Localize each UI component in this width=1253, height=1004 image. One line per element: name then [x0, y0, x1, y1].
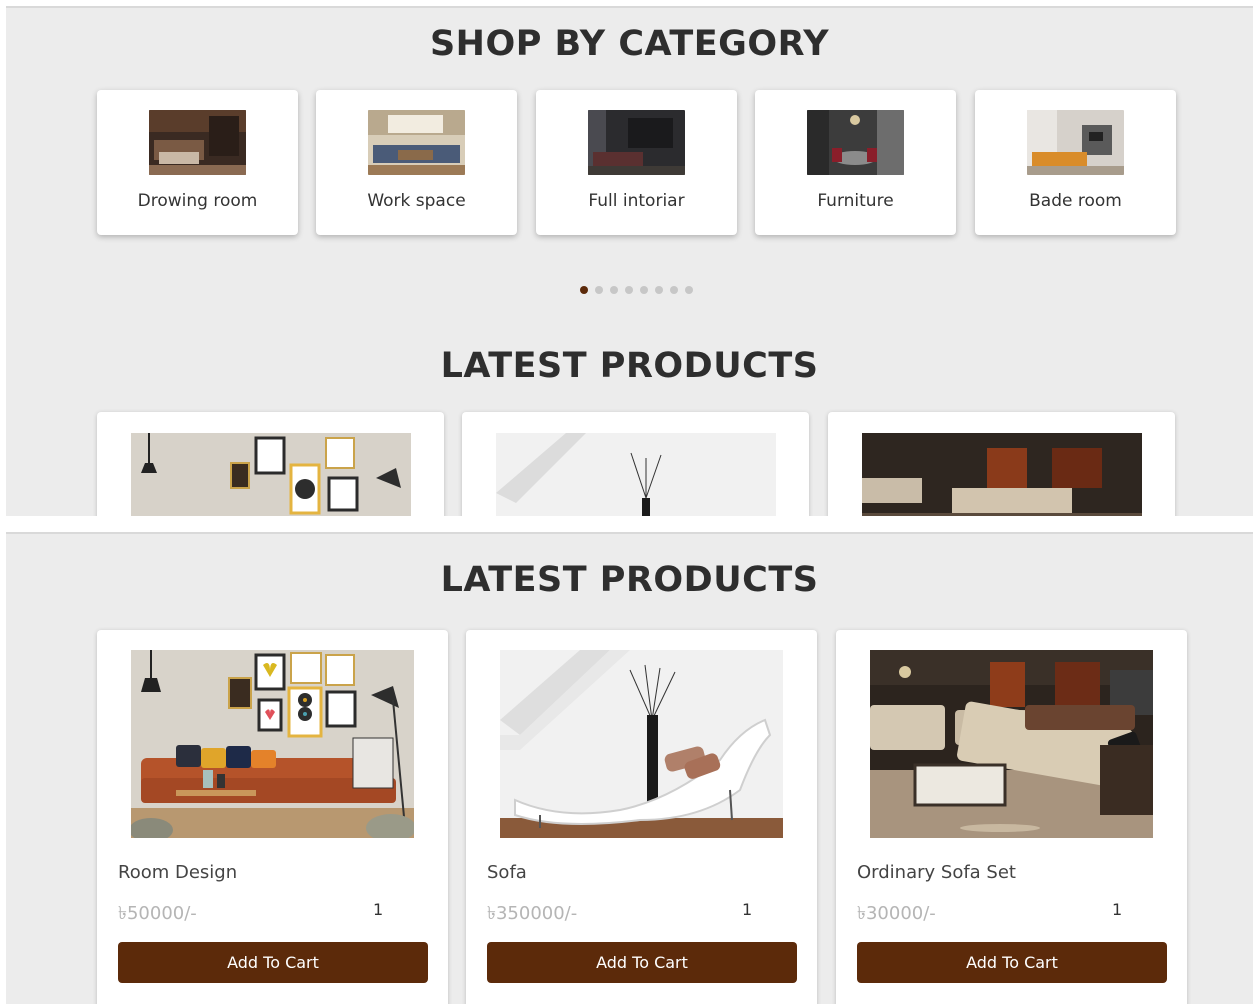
- product-name: Sofa: [487, 862, 527, 883]
- category-panel: SHOP BY CATEGORY Drowing room Work space…: [6, 6, 1253, 516]
- product-quantity[interactable]: 1: [1112, 900, 1122, 919]
- carousel-dot[interactable]: [610, 286, 618, 294]
- product-image: [870, 650, 1153, 838]
- carousel-dot[interactable]: [685, 286, 693, 294]
- latest-products-panel: LATEST PRODUCTS Room Design ৳50000/- 1 A…: [6, 532, 1253, 1004]
- product-name: Room Design: [118, 862, 238, 883]
- category-image: [807, 110, 904, 175]
- product-card-peek[interactable]: [828, 412, 1175, 516]
- carousel-dot[interactable]: [670, 286, 678, 294]
- category-card-bade-room[interactable]: Bade room: [975, 90, 1176, 235]
- latest-products-title-top: LATEST PRODUCTS: [440, 346, 819, 386]
- product-card-room-design: Room Design ৳50000/- 1 Add To Cart: [97, 630, 448, 1004]
- product-card-ordinary-sofa-set: Ordinary Sofa Set ৳30000/- 1 Add To Cart: [836, 630, 1187, 1004]
- category-card-work-space[interactable]: Work space: [316, 90, 517, 235]
- latest-products-title: LATEST PRODUCTS: [440, 560, 819, 600]
- product-image: [862, 433, 1142, 516]
- category-image: [1027, 110, 1124, 175]
- carousel-dot[interactable]: [595, 286, 603, 294]
- add-to-cart-button[interactable]: Add To Cart: [118, 942, 428, 983]
- add-to-cart-button[interactable]: Add To Cart: [857, 942, 1167, 983]
- product-quantity[interactable]: 1: [373, 900, 383, 919]
- carousel-dot[interactable]: [580, 286, 588, 294]
- carousel-dot[interactable]: [625, 286, 633, 294]
- product-card-peek[interactable]: [97, 412, 444, 516]
- category-image: [588, 110, 685, 175]
- category-image: [149, 110, 246, 175]
- category-card-drowing-room[interactable]: Drowing room: [97, 90, 298, 235]
- product-quantity[interactable]: 1: [742, 900, 752, 919]
- category-label: Full intoriar: [588, 191, 685, 211]
- product-image: [496, 433, 776, 516]
- product-image: [131, 650, 414, 838]
- add-to-cart-button[interactable]: Add To Cart: [487, 942, 797, 983]
- category-label: Work space: [367, 191, 466, 211]
- product-price: ৳30000/-: [857, 903, 936, 924]
- category-label: Bade room: [1029, 191, 1122, 211]
- category-label: Drowing room: [137, 191, 258, 211]
- product-image: [131, 433, 411, 516]
- carousel-dot[interactable]: [640, 286, 648, 294]
- category-label: Furniture: [817, 191, 894, 211]
- product-card-sofa: Sofa ৳350000/- 1 Add To Cart: [466, 630, 817, 1004]
- product-name: Ordinary Sofa Set: [857, 862, 1016, 883]
- category-card-full-intoriar[interactable]: Full intoriar: [536, 90, 737, 235]
- product-card-peek[interactable]: [462, 412, 809, 516]
- category-image: [368, 110, 465, 175]
- carousel-dots: [580, 286, 693, 294]
- category-card-furniture[interactable]: Furniture: [755, 90, 956, 235]
- product-price: ৳50000/-: [118, 903, 197, 924]
- product-image: [500, 650, 783, 838]
- carousel-dot[interactable]: [655, 286, 663, 294]
- product-price: ৳350000/-: [487, 903, 578, 924]
- category-section-title: SHOP BY CATEGORY: [429, 24, 830, 64]
